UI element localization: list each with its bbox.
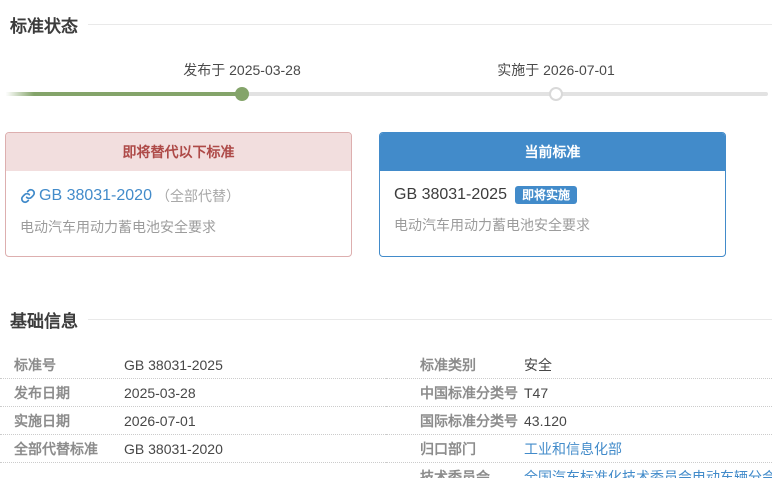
current-standard-code: GB 38031-2025 [394,186,507,203]
replace-note: （全部代替） [155,188,240,204]
table-row-standard-number: 标准号 GB 38031-2025 [0,351,386,379]
replaced-standard-name: 电动汽车用动力蓄电池安全要求 [20,219,216,235]
current-card-header: 当前标准 [380,133,725,171]
row-label: 国际标准分类号 [420,412,518,429]
department-link[interactable]: 工业和信息化部 [524,439,622,459]
committee-link[interactable]: 全国汽车标准化技术委员会电动车辆分会 [524,467,772,478]
replaced-standard-link[interactable]: GB 38031-2020 [39,187,152,205]
table-row-ccs-code: 中国标准分类号 T47 [386,379,772,407]
info-section-title: 基础信息 [10,312,78,331]
row-label: 全部代替标准 [14,440,98,457]
row-value: 2025-03-28 [124,384,196,401]
row-label: 发布日期 [14,384,70,401]
timeline-implemented-dot [549,87,563,101]
standard-cards: 即将替代以下标准 GB 38031-2020 （全部代替） 电动汽车用动力蓄电池… [5,132,772,257]
implementation-status-badge: 即将实施 [514,186,577,204]
header-divider [88,24,772,25]
row-value: 43.120 [524,412,567,429]
row-label: 标准号 [14,356,56,373]
row-value: 安全 [524,356,552,373]
replaced-card-body: GB 38031-2020 （全部代替） 电动汽车用动力蓄电池安全要求 [6,171,351,237]
current-standard-card: 当前标准 GB 38031-2025 即将实施 电动汽车用动力蓄电池安全要求 [379,132,726,257]
replaced-card-header: 即将替代以下标准 [6,133,351,171]
table-row-ics-code: 国际标准分类号 43.120 [386,407,772,435]
chain-link-icon [20,188,36,204]
timeline-progress [6,92,242,96]
table-row-category: 标准类别 安全 [386,351,772,379]
row-label: 实施日期 [14,412,70,429]
timeline-implemented-label: 实施于 2026-07-01 [497,62,615,78]
table-row-committee: 技术委员会 全国汽车标准化技术委员会电动车辆分会 [386,463,772,478]
row-value: T47 [524,384,549,401]
table-row-implement-date: 实施日期 2026-07-01 [0,407,386,435]
standard-detail-page: 标准状态 发布于 2025-03-28 实施于 2026-07-01 即将替代以… [0,0,772,478]
status-section-title: 标准状态 [10,17,78,36]
row-value: GB 38031-2025 [124,356,223,373]
row-label: 标准类别 [420,356,476,373]
info-section-header: 基础信息 [0,257,772,332]
info-column-left: 标准号 GB 38031-2025 发布日期 2025-03-28 实施日期 2… [0,351,386,478]
status-timeline: 发布于 2025-03-28 实施于 2026-07-01 [0,37,772,109]
row-value: GB 38031-2020 [124,440,223,457]
table-row-empty [0,463,386,478]
table-row-department: 归口部门 工业和信息化部 [386,435,772,463]
timeline-published-label: 发布于 2025-03-28 [183,62,301,78]
row-label: 中国标准分类号 [420,384,518,401]
info-column-right: 标准类别 安全 中国标准分类号 T47 国际标准分类号 43.120 归口部门 … [386,351,772,478]
row-value: 2026-07-01 [124,412,196,429]
table-row-publish-date: 发布日期 2025-03-28 [0,379,386,407]
row-label: 技术委员会 [420,468,490,478]
header-divider [88,319,772,320]
current-card-body: GB 38031-2025 即将实施 电动汽车用动力蓄电池安全要求 [380,171,725,235]
timeline-published-dot [235,87,249,101]
current-standard-name: 电动汽车用动力蓄电池安全要求 [394,217,590,233]
status-section-header: 标准状态 [0,0,772,37]
table-row-replaced-standard: 全部代替标准 GB 38031-2020 [0,435,386,463]
basic-info-table: 标准号 GB 38031-2025 发布日期 2025-03-28 实施日期 2… [0,351,772,478]
row-label: 归口部门 [420,440,476,457]
replaced-standard-card: 即将替代以下标准 GB 38031-2020 （全部代替） 电动汽车用动力蓄电池… [5,132,352,257]
